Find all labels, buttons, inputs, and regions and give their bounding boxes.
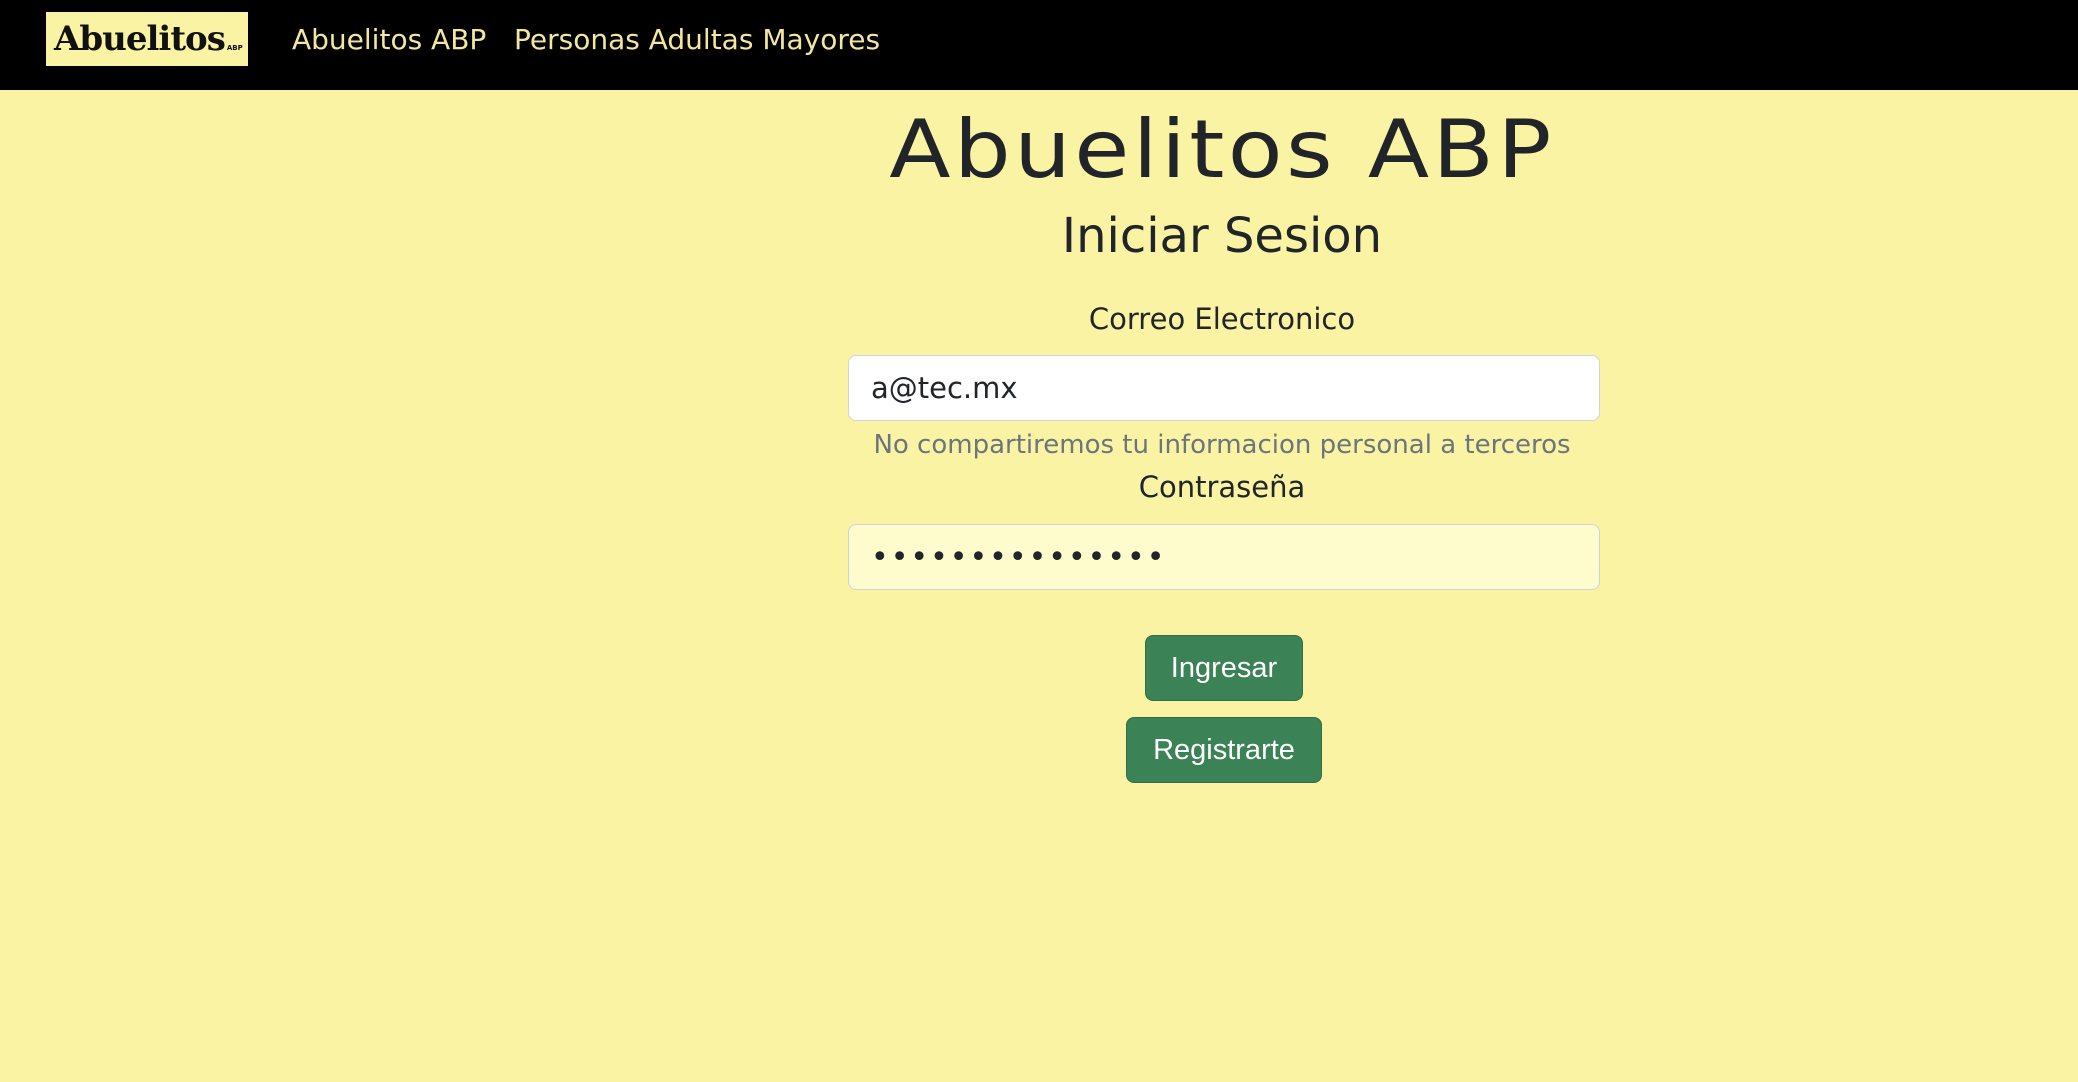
site-title: Abuelitos ABP: [889, 103, 1555, 196]
nav-link-abuelitos-abp[interactable]: Abuelitos ABP: [292, 22, 486, 58]
logo-subtext: ABP: [226, 44, 243, 52]
password-input-value: •••••••••••••••: [871, 539, 1167, 575]
nav-link-personas-adultas-mayores[interactable]: Personas Adultas Mayores: [514, 22, 880, 58]
login-button[interactable]: Ingresar: [1145, 635, 1303, 701]
logo-wordmark: Abuelitos: [54, 19, 226, 59]
password-label: Contraseña: [1138, 470, 1306, 504]
register-button[interactable]: Registrarte: [1126, 717, 1322, 783]
email-label: Correo Electronico: [1088, 302, 1356, 336]
page-heading: Iniciar Sesion: [1061, 208, 1383, 264]
top-navbar: Abuelitos ABP Abuelitos ABP Personas Adu…: [0, 0, 2078, 90]
email-input-value: a@tec.mx: [871, 371, 1018, 405]
password-input[interactable]: •••••••••••••••: [848, 524, 1600, 590]
brand-logo[interactable]: Abuelitos ABP: [46, 12, 248, 66]
email-help-text: No compartiremos tu informacion personal…: [873, 430, 1571, 460]
email-input[interactable]: a@tec.mx: [848, 355, 1600, 421]
